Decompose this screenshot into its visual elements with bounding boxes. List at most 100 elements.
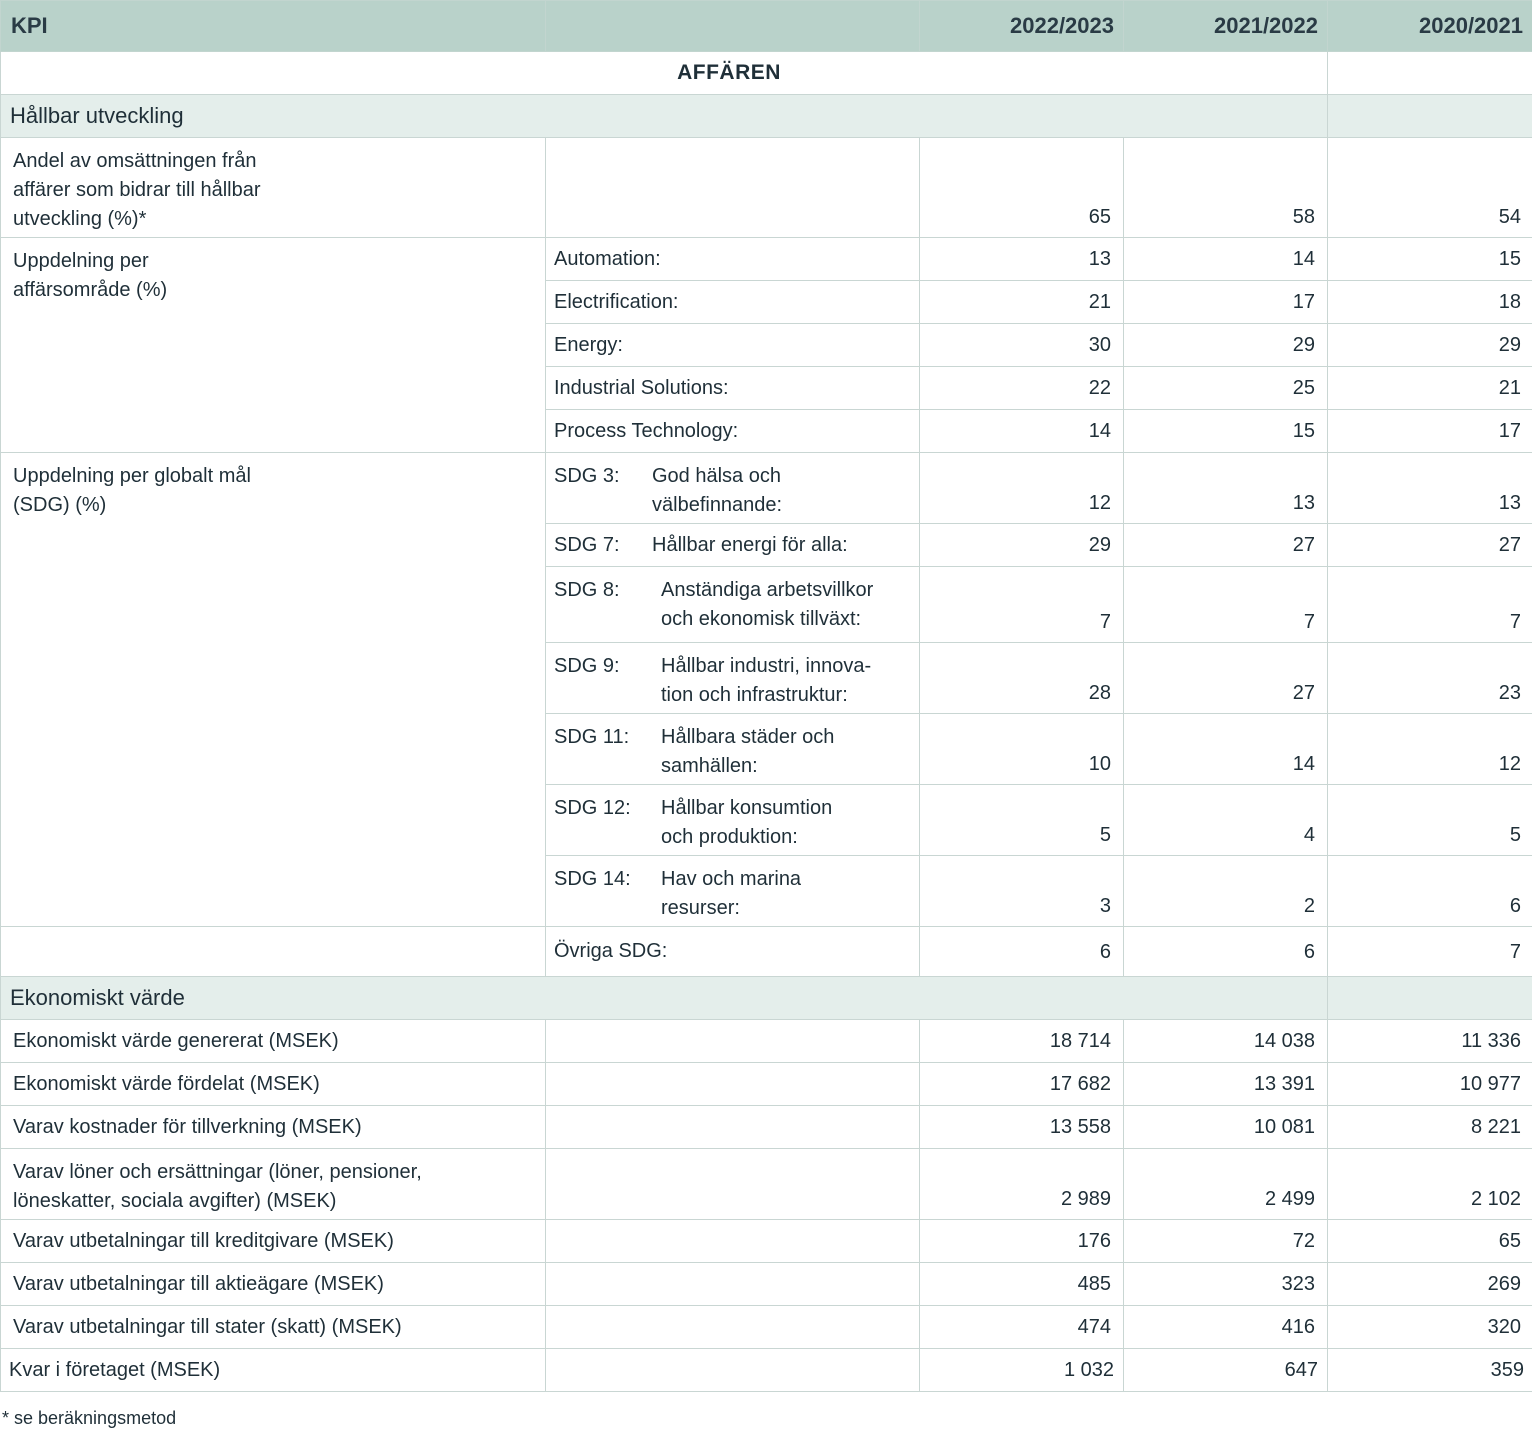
value-cell: 72 xyxy=(1123,1219,1328,1263)
value-cell: 11 336 xyxy=(1327,1019,1532,1063)
row-label: Varav utbetalningar till stater (skatt) … xyxy=(0,1305,546,1349)
table-row-econ-1: Ekonomiskt värde genererat (MSEK) 18 714… xyxy=(0,1019,1532,1063)
row-label-blank xyxy=(0,926,546,977)
section-row-ekonomiskt: Ekonomiskt värde xyxy=(0,976,1532,1020)
value-cell: 21 xyxy=(919,280,1124,324)
header-kpi: KPI xyxy=(0,0,546,52)
kpi-page: KPI 2022/2023 2021/2022 2020/2021 AFFÄRE… xyxy=(0,0,1532,1434)
value-cell: 2 499 xyxy=(1123,1148,1328,1220)
value-cell: 27 xyxy=(1123,642,1328,714)
row-sub-blank xyxy=(545,1019,920,1063)
sdg-code: SDG 12: xyxy=(554,797,631,819)
sub-label: Industrial Solutions: xyxy=(545,366,920,410)
group-title-row: AFFÄREN xyxy=(0,51,1532,95)
value-cell: 17 xyxy=(1123,280,1328,324)
group-title: AFFÄREN xyxy=(0,51,1328,95)
row-label: Varav löner och ersättningar (löner, pen… xyxy=(0,1148,546,1220)
sdg-cell: SDG 11: Hållbara städer och samhällen: xyxy=(545,713,920,785)
sdg-desc: Anständiga arbetsvillkor och ekonomisk t… xyxy=(661,579,874,630)
value-cell: 28 xyxy=(919,642,1124,714)
value-cell: 22 xyxy=(919,366,1124,410)
sub-label: Electrification: xyxy=(545,280,920,324)
value-cell: 29 xyxy=(1123,323,1328,367)
value-cell: 23 xyxy=(1327,642,1532,714)
value-cell: 10 081 xyxy=(1123,1105,1328,1149)
header-year-1: 2022/2023 xyxy=(919,0,1124,52)
value-cell: 14 xyxy=(1123,713,1328,785)
sdg-desc: Hållbar konsumtion och produktion: xyxy=(661,797,833,848)
row-sub-blank xyxy=(545,1262,920,1306)
row-sub-blank xyxy=(545,1305,920,1349)
table-row-automation: Uppdelning per affärsområde (%) Automati… xyxy=(0,237,1532,453)
value-cell: 15 xyxy=(1327,237,1532,281)
section-row-hallbar: Hållbar utveckling xyxy=(0,94,1532,138)
value-cell: 647 xyxy=(1123,1348,1328,1392)
row-sub-blank xyxy=(545,1062,920,1106)
value-cell: 58 xyxy=(1123,137,1328,238)
value-cell: 27 xyxy=(1327,523,1532,567)
section-title-hallbar: Hållbar utveckling xyxy=(0,94,1328,138)
sdg-desc: God hälsa och välbefinnande: xyxy=(652,465,783,516)
value-cell: 7 xyxy=(1327,926,1532,977)
row-sub-blank xyxy=(545,137,920,238)
sub-label: Automation: xyxy=(545,237,920,281)
value-cell: 10 977 xyxy=(1327,1062,1532,1106)
value-cell: 6 xyxy=(919,926,1124,977)
value-cell: 15 xyxy=(1123,409,1328,453)
sdg-code: SDG 8: xyxy=(554,579,620,601)
value-cell: 14 xyxy=(1123,237,1328,281)
header-year-3: 2020/2021 xyxy=(1327,0,1532,52)
row-label: Andel av omsättningen från affärer som b… xyxy=(0,137,546,238)
sdg-desc: Hav och marina resurser: xyxy=(661,868,802,919)
row-label: Ekonomiskt värde fördelat (MSEK) xyxy=(0,1062,546,1106)
value-cell: 6 xyxy=(1123,926,1328,977)
value-cell: 10 xyxy=(919,713,1124,785)
value-cell: 13 391 xyxy=(1123,1062,1328,1106)
value-cell: 320 xyxy=(1327,1305,1532,1349)
value-cell: 12 xyxy=(1327,713,1532,785)
table-row-andel: Andel av omsättningen från affärer som b… xyxy=(0,137,1532,238)
sdg-cell: SDG 9: Hållbar industri, innova-tion och … xyxy=(545,642,920,714)
value-cell: 416 xyxy=(1123,1305,1328,1349)
value-cell: 7 xyxy=(1123,566,1328,643)
section-blank xyxy=(1327,94,1532,138)
value-cell: 269 xyxy=(1327,1262,1532,1306)
value-cell: 6 xyxy=(1327,855,1532,927)
value-cell: 65 xyxy=(919,137,1124,238)
value-cell: 27 xyxy=(1123,523,1328,567)
row-sub-blank xyxy=(545,1348,920,1392)
value-cell: 12 xyxy=(919,452,1124,524)
andel-label-text: Andel av omsättningen från affärer som b… xyxy=(13,150,261,230)
table-row-econ-4: Varav löner och ersättningar (löner, pen… xyxy=(0,1148,1532,1220)
table-row-econ-5: Varav utbetalningar till kreditgivare (M… xyxy=(0,1219,1532,1263)
value-cell: 29 xyxy=(919,523,1124,567)
value-cell: 13 558 xyxy=(919,1105,1124,1149)
table-row-econ-7: Varav utbetalningar till stater (skatt) … xyxy=(0,1305,1532,1349)
table-row-econ-2: Ekonomiskt värde fördelat (MSEK) 17 682 … xyxy=(0,1062,1532,1106)
header-blank xyxy=(545,0,920,52)
row-label: Varav utbetalningar till kreditgivare (M… xyxy=(0,1219,546,1263)
value-cell: 7 xyxy=(919,566,1124,643)
value-cell: 323 xyxy=(1123,1262,1328,1306)
value-cell: 54 xyxy=(1327,137,1532,238)
sdg-code: SDG 9: xyxy=(554,655,620,677)
value-cell: 17 682 xyxy=(919,1062,1124,1106)
value-cell: 18 xyxy=(1327,280,1532,324)
value-cell: 14 xyxy=(919,409,1124,453)
sdg-code: SDG 11: xyxy=(554,726,630,748)
sub-label: Energy: xyxy=(545,323,920,367)
row-sub-blank xyxy=(545,1105,920,1149)
value-cell: 18 714 xyxy=(919,1019,1124,1063)
header-row: KPI 2022/2023 2021/2022 2020/2021 xyxy=(0,0,1532,52)
row-sub-blank xyxy=(545,1148,920,1220)
sub-label: Övriga SDG: xyxy=(545,926,920,977)
header-year-2: 2021/2022 xyxy=(1123,0,1328,52)
sdg-cell: SDG 3: God hälsa och välbefinnande: xyxy=(545,452,920,524)
sdg-desc: Hållbar industri, innova-tion och infras… xyxy=(661,655,872,706)
sdg-code: SDG 7: xyxy=(554,533,620,556)
value-cell: 14 038 xyxy=(1123,1019,1328,1063)
row-sub-blank xyxy=(545,1219,920,1263)
value-cell: 65 xyxy=(1327,1219,1532,1263)
table-row-econ-8: Kvar i företaget (MSEK) 1 032 647 359 xyxy=(0,1348,1532,1392)
value-cell: 25 xyxy=(1123,366,1328,410)
